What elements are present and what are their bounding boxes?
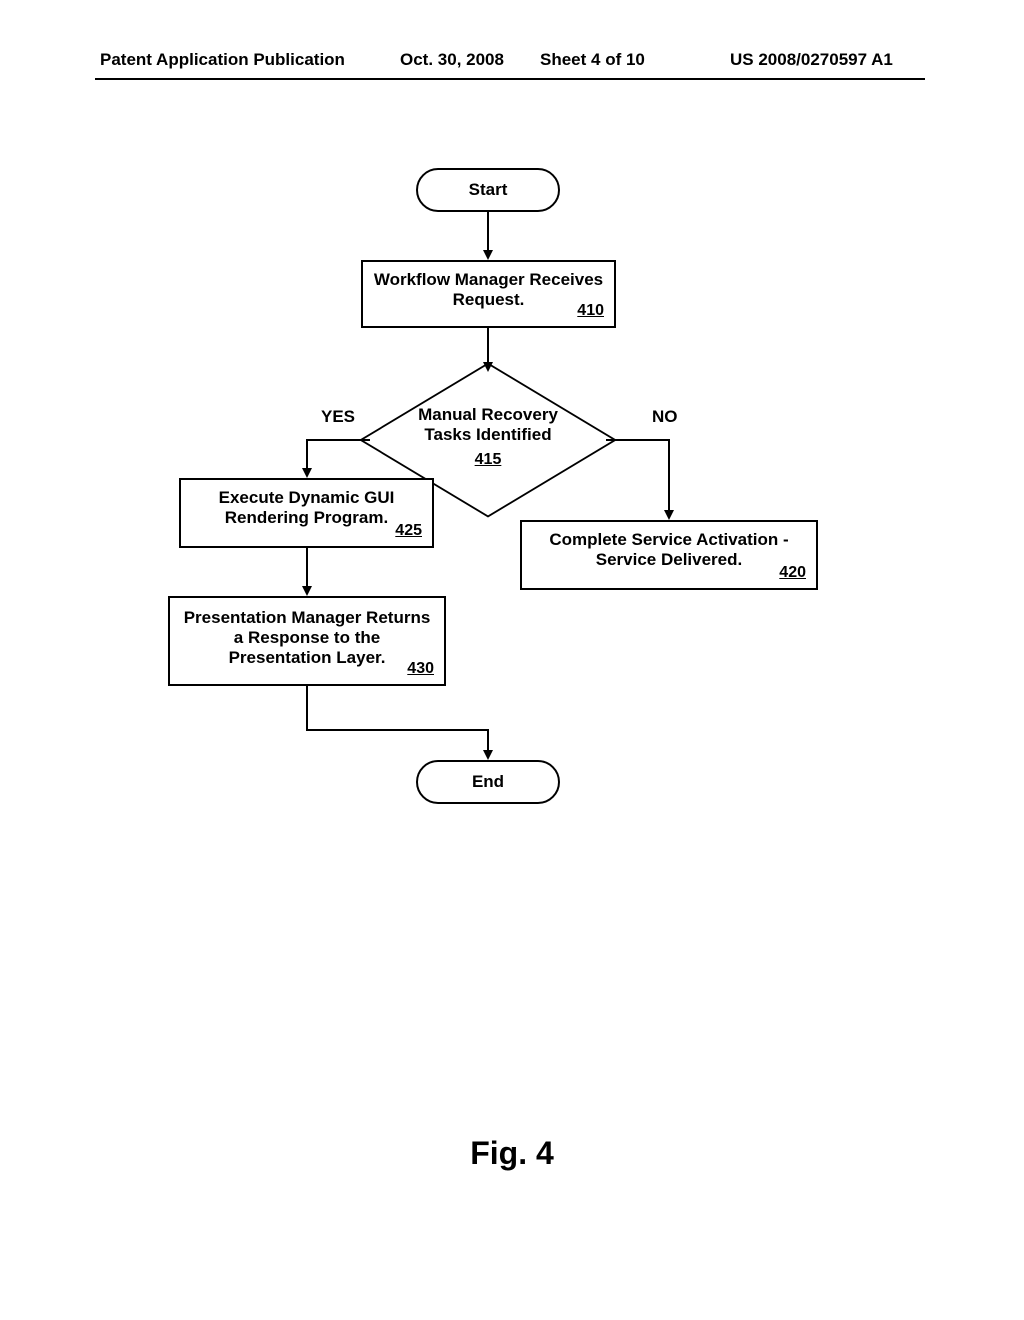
step-430: Presentation Manager Returns a Response … <box>168 596 446 686</box>
step-420-text: Complete Service Activation - Service De… <box>522 522 816 576</box>
start-label: Start <box>469 180 508 200</box>
edge-no-label: NO <box>652 407 678 427</box>
step-430-ref: 430 <box>407 660 434 678</box>
decision-415-text: Manual Recovery Tasks Identified <box>395 405 581 445</box>
header-rule <box>95 78 925 80</box>
step-420-ref: 420 <box>779 564 806 582</box>
header-date: Oct. 30, 2008 <box>400 50 504 70</box>
figure-label: Fig. 4 <box>0 1135 1024 1172</box>
header-sheet: Sheet 4 of 10 <box>540 50 645 70</box>
end-label: End <box>472 772 504 792</box>
step-410: Workflow Manager Receives Request. 410 <box>361 260 616 328</box>
step-420: Complete Service Activation - Service De… <box>520 520 818 590</box>
decision-415-ref: 415 <box>475 451 502 469</box>
step-425: Execute Dynamic GUI Rendering Program. 4… <box>179 478 434 548</box>
header-number: US 2008/0270597 A1 <box>730 50 893 70</box>
edge-yes-label: YES <box>321 407 355 427</box>
header-publication: Patent Application Publication <box>100 50 345 70</box>
start-terminal: Start <box>416 168 560 212</box>
step-425-ref: 425 <box>395 522 422 540</box>
step-410-ref: 410 <box>577 302 604 320</box>
step-430-text: Presentation Manager Returns a Response … <box>170 598 444 674</box>
end-terminal: End <box>416 760 560 804</box>
